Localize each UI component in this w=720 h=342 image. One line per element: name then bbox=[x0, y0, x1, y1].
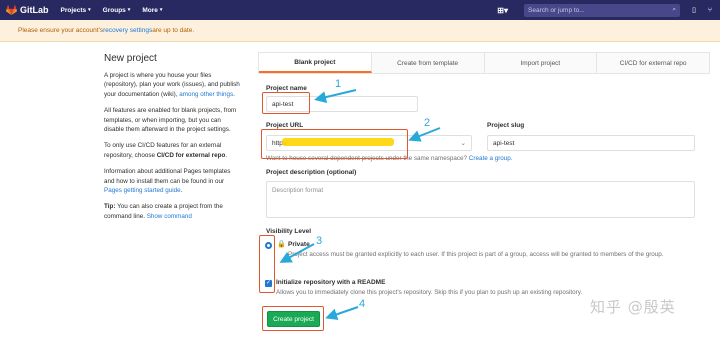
private-description: Project access must be granted explicitl… bbox=[288, 251, 664, 258]
annotation-number-1: 1 bbox=[335, 78, 342, 90]
search-input[interactable]: Search or jump to... ⌕ bbox=[524, 3, 680, 17]
project-name-value: api-test bbox=[272, 100, 294, 108]
pages-guide-link[interactable]: Pages getting started guide bbox=[104, 187, 181, 194]
top-navbar: GitLab Projects ▾ Groups ▾ More ▾ ⊞▾ Search… bbox=[0, 0, 720, 20]
tip-paragraph: Tip: You can also create a project from … bbox=[104, 203, 223, 220]
search-placeholder: Search or jump to... bbox=[528, 6, 585, 14]
readme-description: Allows you to immediately clone this pro… bbox=[276, 289, 583, 296]
create-project-button[interactable]: Create project bbox=[267, 311, 320, 327]
project-url-label: Project URL bbox=[266, 122, 304, 129]
show-command-link[interactable]: Show command bbox=[147, 213, 192, 220]
chevron-down-icon: ▾ bbox=[127, 7, 131, 13]
nav-more[interactable]: More ▾ bbox=[142, 7, 162, 14]
project-tabs: Blank project Create from template Impor… bbox=[258, 52, 710, 74]
banner-text-suffix: are up to date. bbox=[152, 27, 195, 34]
info-paragraph-3: To only use CI/CD features for an extern… bbox=[104, 142, 228, 159]
annotation-number-3: 3 bbox=[316, 235, 323, 247]
create-group-link[interactable]: Create a group. bbox=[469, 155, 513, 162]
private-label: Private bbox=[288, 241, 310, 248]
project-slug-input[interactable]: api-test bbox=[487, 135, 695, 151]
recovery-settings-banner: Please ensure your account's recovery se… bbox=[0, 20, 720, 42]
annotation-number-4: 4 bbox=[359, 298, 366, 310]
project-name-input[interactable]: api-test bbox=[266, 96, 418, 112]
new-dropdown-icon[interactable]: ⊞▾ bbox=[497, 6, 508, 15]
tab-blank-project[interactable]: Blank project bbox=[259, 53, 372, 73]
left-info-column: New project A project is where you house… bbox=[104, 52, 240, 228]
project-slug-value: api-test bbox=[493, 139, 515, 147]
new-project-panel: Blank project Create from template Impor… bbox=[258, 52, 710, 74]
chevron-down-icon: ▾ bbox=[159, 7, 163, 13]
chevron-down-icon: ⌄ bbox=[460, 140, 466, 147]
search-icon: ⌕ bbox=[672, 6, 676, 13]
merge-requests-icon[interactable]: ⑂ bbox=[704, 4, 716, 16]
readme-checkbox[interactable]: ✓ bbox=[265, 280, 272, 287]
gitlab-fox-icon bbox=[6, 5, 17, 15]
banner-text-prefix: Please ensure your account's bbox=[18, 27, 104, 34]
tab-import-project[interactable]: Import project bbox=[484, 53, 598, 73]
page-title: New project bbox=[104, 53, 157, 64]
annotation-number-2: 2 bbox=[424, 117, 431, 129]
tab-ci-cd-external-repo[interactable]: CI/CD for external repo bbox=[597, 53, 709, 73]
nav-menu: Projects ▾ Groups ▾ More ▾ bbox=[61, 7, 175, 14]
watermark: 知乎 @殷英 bbox=[590, 298, 676, 316]
redaction-highlight bbox=[282, 138, 394, 146]
chevron-down-icon: ▾ bbox=[88, 7, 91, 13]
project-slug-label: Project slug bbox=[487, 122, 525, 129]
other-things-link[interactable]: among other things bbox=[179, 91, 233, 98]
visibility-level-label: Visibility Level bbox=[266, 228, 312, 235]
namespace-help: Want to house several dependent projects… bbox=[266, 155, 513, 162]
logo-text: GitLab bbox=[20, 5, 49, 15]
description-label: Project description (optional) bbox=[266, 169, 357, 176]
lock-icon: 🔒 bbox=[277, 241, 286, 248]
description-textarea[interactable]: Description format bbox=[266, 181, 695, 218]
info-paragraph-2: All features are enabled for blank proje… bbox=[104, 107, 237, 134]
recovery-settings-link[interactable]: recovery settings bbox=[103, 27, 152, 34]
readme-label: Initialize repository with a README bbox=[276, 279, 386, 286]
arrow-4 bbox=[325, 306, 359, 321]
private-radio[interactable] bbox=[265, 242, 272, 249]
gitlab-logo[interactable]: GitLab bbox=[6, 5, 49, 15]
nav-projects[interactable]: Projects ▾ bbox=[61, 7, 91, 14]
description-placeholder: Description format bbox=[272, 187, 324, 194]
issues-icon[interactable]: ▯ bbox=[688, 4, 700, 16]
nav-groups[interactable]: Groups ▾ bbox=[103, 7, 131, 14]
project-name-label: Project name bbox=[266, 85, 307, 92]
nav-right: ⊞▾ Search or jump to... ⌕ ▯ ⑂ bbox=[497, 0, 720, 20]
info-paragraph-4: Information about additional Pages templ… bbox=[104, 168, 231, 195]
tab-create-from-template[interactable]: Create from template bbox=[371, 53, 485, 73]
info-paragraph-1: A project is where you house your files … bbox=[104, 72, 240, 98]
